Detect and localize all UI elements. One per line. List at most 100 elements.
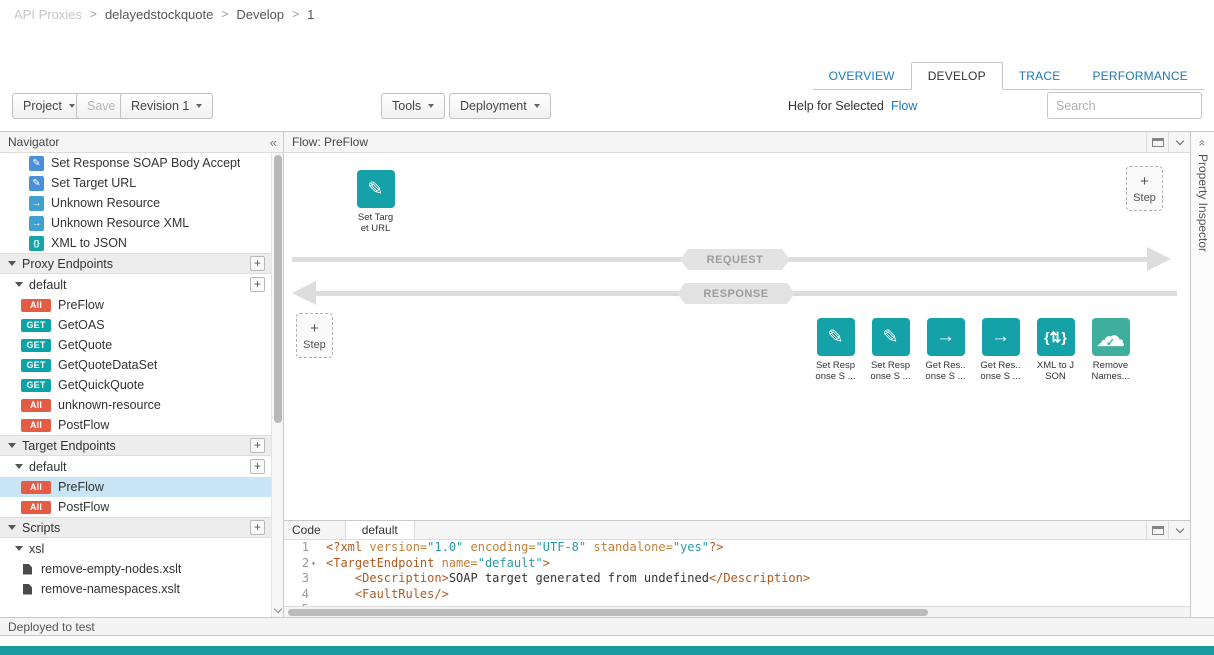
tab-trace[interactable]: TRACE	[1003, 62, 1077, 89]
code-token: <FaultRules/>	[355, 587, 449, 601]
save-button[interactable]: Save	[76, 93, 127, 119]
policy-item-unknown-resource-xml[interactable]: →Unknown Resource XML	[0, 213, 271, 233]
help-flow-link[interactable]: Flow	[891, 93, 917, 120]
request-arrow-icon	[1147, 247, 1171, 271]
collapse-triangle-icon	[15, 282, 23, 287]
item-label: PreFlow	[58, 480, 104, 494]
group-header-xsl[interactable]: xsl	[0, 538, 271, 559]
property-inspector-panel: Property Inspector	[1190, 132, 1214, 617]
scrollbar-thumb[interactable]	[274, 155, 282, 423]
flow-step-set-resp-onse-s[interactable]: ✎Set Response S ...	[809, 318, 862, 383]
code-editor[interactable]: 12▾345▾ <?xml version="1.0" encoding="UT…	[284, 540, 1190, 617]
step-label-line2: et URL	[358, 223, 393, 234]
flow-step-remove-names[interactable]: ☁✓RemoveNames...	[1084, 318, 1137, 383]
scroll-down-icon[interactable]	[274, 605, 282, 613]
method-badge: All	[21, 399, 51, 412]
policy-label: Set Response SOAP Body Accept	[51, 156, 240, 170]
item-label: unknown-resource	[58, 398, 161, 412]
navigator-scrollbar[interactable]	[271, 153, 283, 617]
add-button[interactable]: +	[250, 520, 265, 535]
nav-item-postflow[interactable]: AllPostFlow	[0, 415, 271, 435]
add-button[interactable]: +	[250, 459, 265, 474]
add-response-step-button[interactable]: + Step	[296, 313, 333, 358]
line-number-text: 4	[302, 587, 309, 603]
chevron-down-icon	[69, 104, 75, 108]
flow-step-xml-to-j-son[interactable]: {⇅}XML to JSON	[1029, 318, 1082, 383]
panel-layout-icon[interactable]	[1146, 521, 1168, 539]
deployment-button-label: Deployment	[460, 99, 527, 113]
group-header-default[interactable]: default+	[0, 274, 271, 295]
check-icon: ✓	[1106, 336, 1115, 349]
tools-button[interactable]: Tools	[381, 93, 445, 119]
collapse-code-panel-icon[interactable]	[1168, 521, 1190, 539]
section-header-proxy-endpoints[interactable]: Proxy Endpoints+	[0, 253, 271, 274]
tab-develop[interactable]: DEVELOP	[911, 62, 1003, 90]
save-button-label: Save	[87, 99, 116, 113]
add-button[interactable]: +	[250, 277, 265, 292]
step-label-line1: Set Resp	[815, 360, 855, 371]
step-label: Set Response S ...	[870, 360, 910, 383]
search-input[interactable]	[1047, 92, 1202, 119]
collapse-flow-panel-icon[interactable]	[1168, 132, 1190, 152]
step-label: XML to JSON	[1037, 360, 1074, 383]
nav-item-getoas[interactable]: GETGetOAS	[0, 315, 271, 335]
nav-item-remove-namespaces-xslt[interactable]: remove-namespaces.xslt	[0, 579, 271, 599]
nav-item-preflow[interactable]: AllPreFlow	[0, 295, 271, 315]
nav-item-remove-empty-nodes-xslt[interactable]: remove-empty-nodes.xslt	[0, 559, 271, 579]
panel-layout-icon[interactable]	[1146, 132, 1168, 152]
item-label: GetQuote	[58, 338, 112, 352]
breadcrumb-item-api-proxies[interactable]: API Proxies	[14, 7, 82, 22]
revision-button[interactable]: Revision 1	[120, 93, 213, 119]
expand-property-inspector-icon[interactable]	[1191, 136, 1214, 150]
nav-item-postflow[interactable]: AllPostFlow	[0, 497, 271, 517]
method-badge: GET	[21, 359, 51, 372]
breadcrumb-item-1[interactable]: 1	[307, 7, 314, 22]
flow-step-get-res-onse-s[interactable]: →Get Res..onse S ...	[974, 318, 1027, 383]
code-tab-default[interactable]: default	[345, 521, 415, 539]
nav-item-getquotedataset[interactable]: GETGetQuoteDataSet	[0, 355, 271, 375]
group-header-default[interactable]: default +	[0, 456, 271, 477]
tab-overview[interactable]: OVERVIEW	[813, 62, 911, 89]
nav-item-getquickquote[interactable]: GETGetQuickQuote	[0, 375, 271, 395]
code-token: encoding=	[471, 540, 536, 554]
nav-item-unknown-resource[interactable]: All unknown-resource	[0, 395, 271, 415]
add-button[interactable]: +	[250, 256, 265, 271]
section-header-scripts[interactable]: Scripts +	[0, 517, 271, 538]
flow-step-set-resp-onse-s[interactable]: ✎Set Response S ...	[864, 318, 917, 383]
project-button[interactable]: Project	[12, 93, 86, 119]
item-label: GetOAS	[58, 318, 105, 332]
nav-item-preflow[interactable]: AllPreFlow	[0, 477, 271, 497]
policy-item-xml-to-json[interactable]: {}XML to JSON	[0, 233, 271, 253]
policy-label: Set Target URL	[51, 176, 136, 190]
policy-item-set-response-soap-body-accept[interactable]: ✎Set Response SOAP Body Accept	[0, 153, 271, 173]
chevron-down-icon	[196, 104, 202, 108]
flow-step-set-targ-et-url[interactable]: ✎Set Target URL	[349, 170, 402, 235]
arrow-icon: →	[927, 318, 965, 356]
group-title: default	[29, 460, 67, 474]
item-label: PostFlow	[58, 500, 109, 514]
line-number: 3	[284, 571, 318, 587]
policy-item-set-target-url[interactable]: ✎Set Target URL	[0, 173, 271, 193]
add-request-step-button[interactable]: + Step	[1126, 166, 1163, 211]
breadcrumb-item-develop[interactable]: Develop	[236, 7, 284, 22]
window-icon	[1152, 138, 1164, 147]
step-label: Get Res..onse S ...	[980, 360, 1020, 383]
nav-item-getquote[interactable]: GETGetQuote	[0, 335, 271, 355]
tab-performance[interactable]: PERFORMANCE	[1076, 62, 1204, 89]
policy-item-unknown-resource[interactable]: →Unknown Resource	[0, 193, 271, 213]
collapse-navigator-icon[interactable]	[270, 135, 283, 150]
method-badge: All	[21, 419, 51, 432]
flow-canvas: ✎Set Target URL + Step REQUEST RESPONSE …	[284, 153, 1190, 520]
deployment-status: Deployed to test	[8, 620, 95, 634]
step-label-line1: Get Res..	[925, 360, 965, 371]
deployment-button[interactable]: Deployment	[449, 93, 551, 119]
add-button[interactable]: +	[250, 438, 265, 453]
section-title: Scripts	[22, 521, 60, 535]
line-number: 1	[284, 540, 318, 556]
section-header-target-endpoints[interactable]: Target Endpoints+	[0, 435, 271, 456]
code-horizontal-scrollbar[interactable]	[284, 606, 1190, 617]
scrollbar-thumb[interactable]	[288, 609, 928, 616]
flow-step-get-res-onse-s[interactable]: →Get Res..onse S ...	[919, 318, 972, 383]
breadcrumb-item-delayedstockquote[interactable]: delayedstockquote	[105, 7, 213, 22]
fold-marker-icon[interactable]: ▾	[309, 556, 318, 572]
